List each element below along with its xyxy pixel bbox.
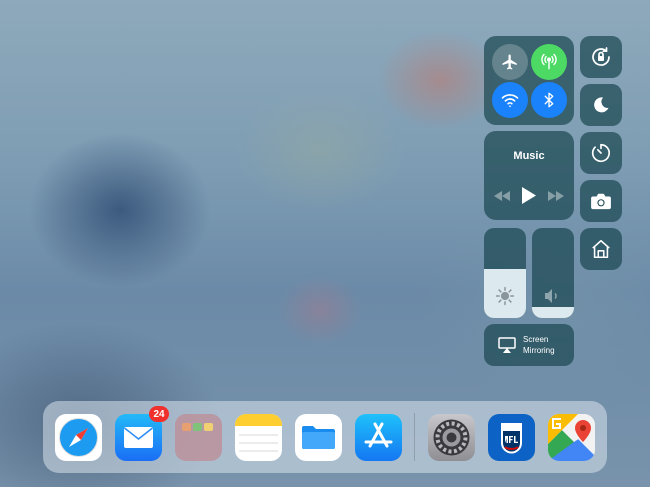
nfl-app-icon[interactable] — [488, 414, 535, 461]
files-app-icon[interactable] — [295, 414, 342, 461]
connectivity-module — [484, 36, 574, 125]
google-maps-app-icon[interactable] — [548, 414, 595, 461]
safari-icon — [59, 418, 98, 457]
app-store-icon — [364, 422, 393, 448]
brightness-slider[interactable] — [484, 228, 526, 318]
timer-icon — [591, 143, 610, 163]
home-icon — [592, 239, 610, 259]
airplay-icon — [498, 337, 516, 353]
settings-app-icon[interactable] — [428, 414, 475, 461]
nfl-icon — [501, 423, 522, 454]
safari-app-icon[interactable] — [55, 414, 102, 461]
dock — [43, 401, 607, 473]
volume-level — [532, 307, 574, 318]
cellular-data-toggle[interactable] — [531, 44, 567, 80]
home-button[interactable] — [580, 228, 622, 270]
screen-mirroring-label-line2: Mirroring — [523, 346, 555, 355]
mail-badge: 24 — [149, 406, 169, 422]
google-maps-icon — [548, 414, 595, 461]
notes-icon — [235, 414, 282, 452]
music-title: Music — [513, 150, 545, 162]
folder-app-icon[interactable] — [175, 414, 222, 461]
camera-button[interactable] — [580, 180, 622, 222]
rotation-lock-button[interactable] — [580, 36, 622, 78]
moon-icon — [594, 97, 609, 113]
bluetooth-toggle[interactable] — [531, 82, 567, 118]
fast-forward-icon[interactable] — [548, 191, 564, 201]
files-icon — [302, 426, 335, 449]
antenna-icon — [541, 53, 557, 70]
airplane-mode-toggle[interactable] — [492, 44, 528, 80]
notes-app-icon[interactable] — [235, 414, 282, 461]
timer-button[interactable] — [580, 132, 622, 174]
bluetooth-icon — [544, 92, 554, 108]
rotation-lock-icon — [592, 47, 610, 66]
camera-icon — [591, 193, 611, 210]
wifi-icon — [501, 94, 519, 108]
play-icon[interactable] — [522, 187, 536, 204]
folder-icon — [182, 423, 213, 431]
rewind-icon[interactable] — [494, 191, 510, 201]
screen-mirroring-button[interactable]: Screen Mirroring — [484, 324, 574, 366]
dock-divider — [414, 413, 415, 461]
settings-icon — [433, 419, 470, 456]
speaker-icon — [545, 289, 557, 303]
sun-icon — [495, 286, 515, 306]
airplane-icon — [502, 54, 517, 70]
do-not-disturb-button[interactable] — [580, 84, 622, 126]
volume-slider[interactable] — [532, 228, 574, 318]
wifi-toggle[interactable] — [492, 82, 528, 118]
screen-mirroring-label-line1: Screen — [523, 335, 549, 344]
music-module[interactable]: Music — [484, 131, 574, 220]
app-store-app-icon[interactable] — [355, 414, 402, 461]
